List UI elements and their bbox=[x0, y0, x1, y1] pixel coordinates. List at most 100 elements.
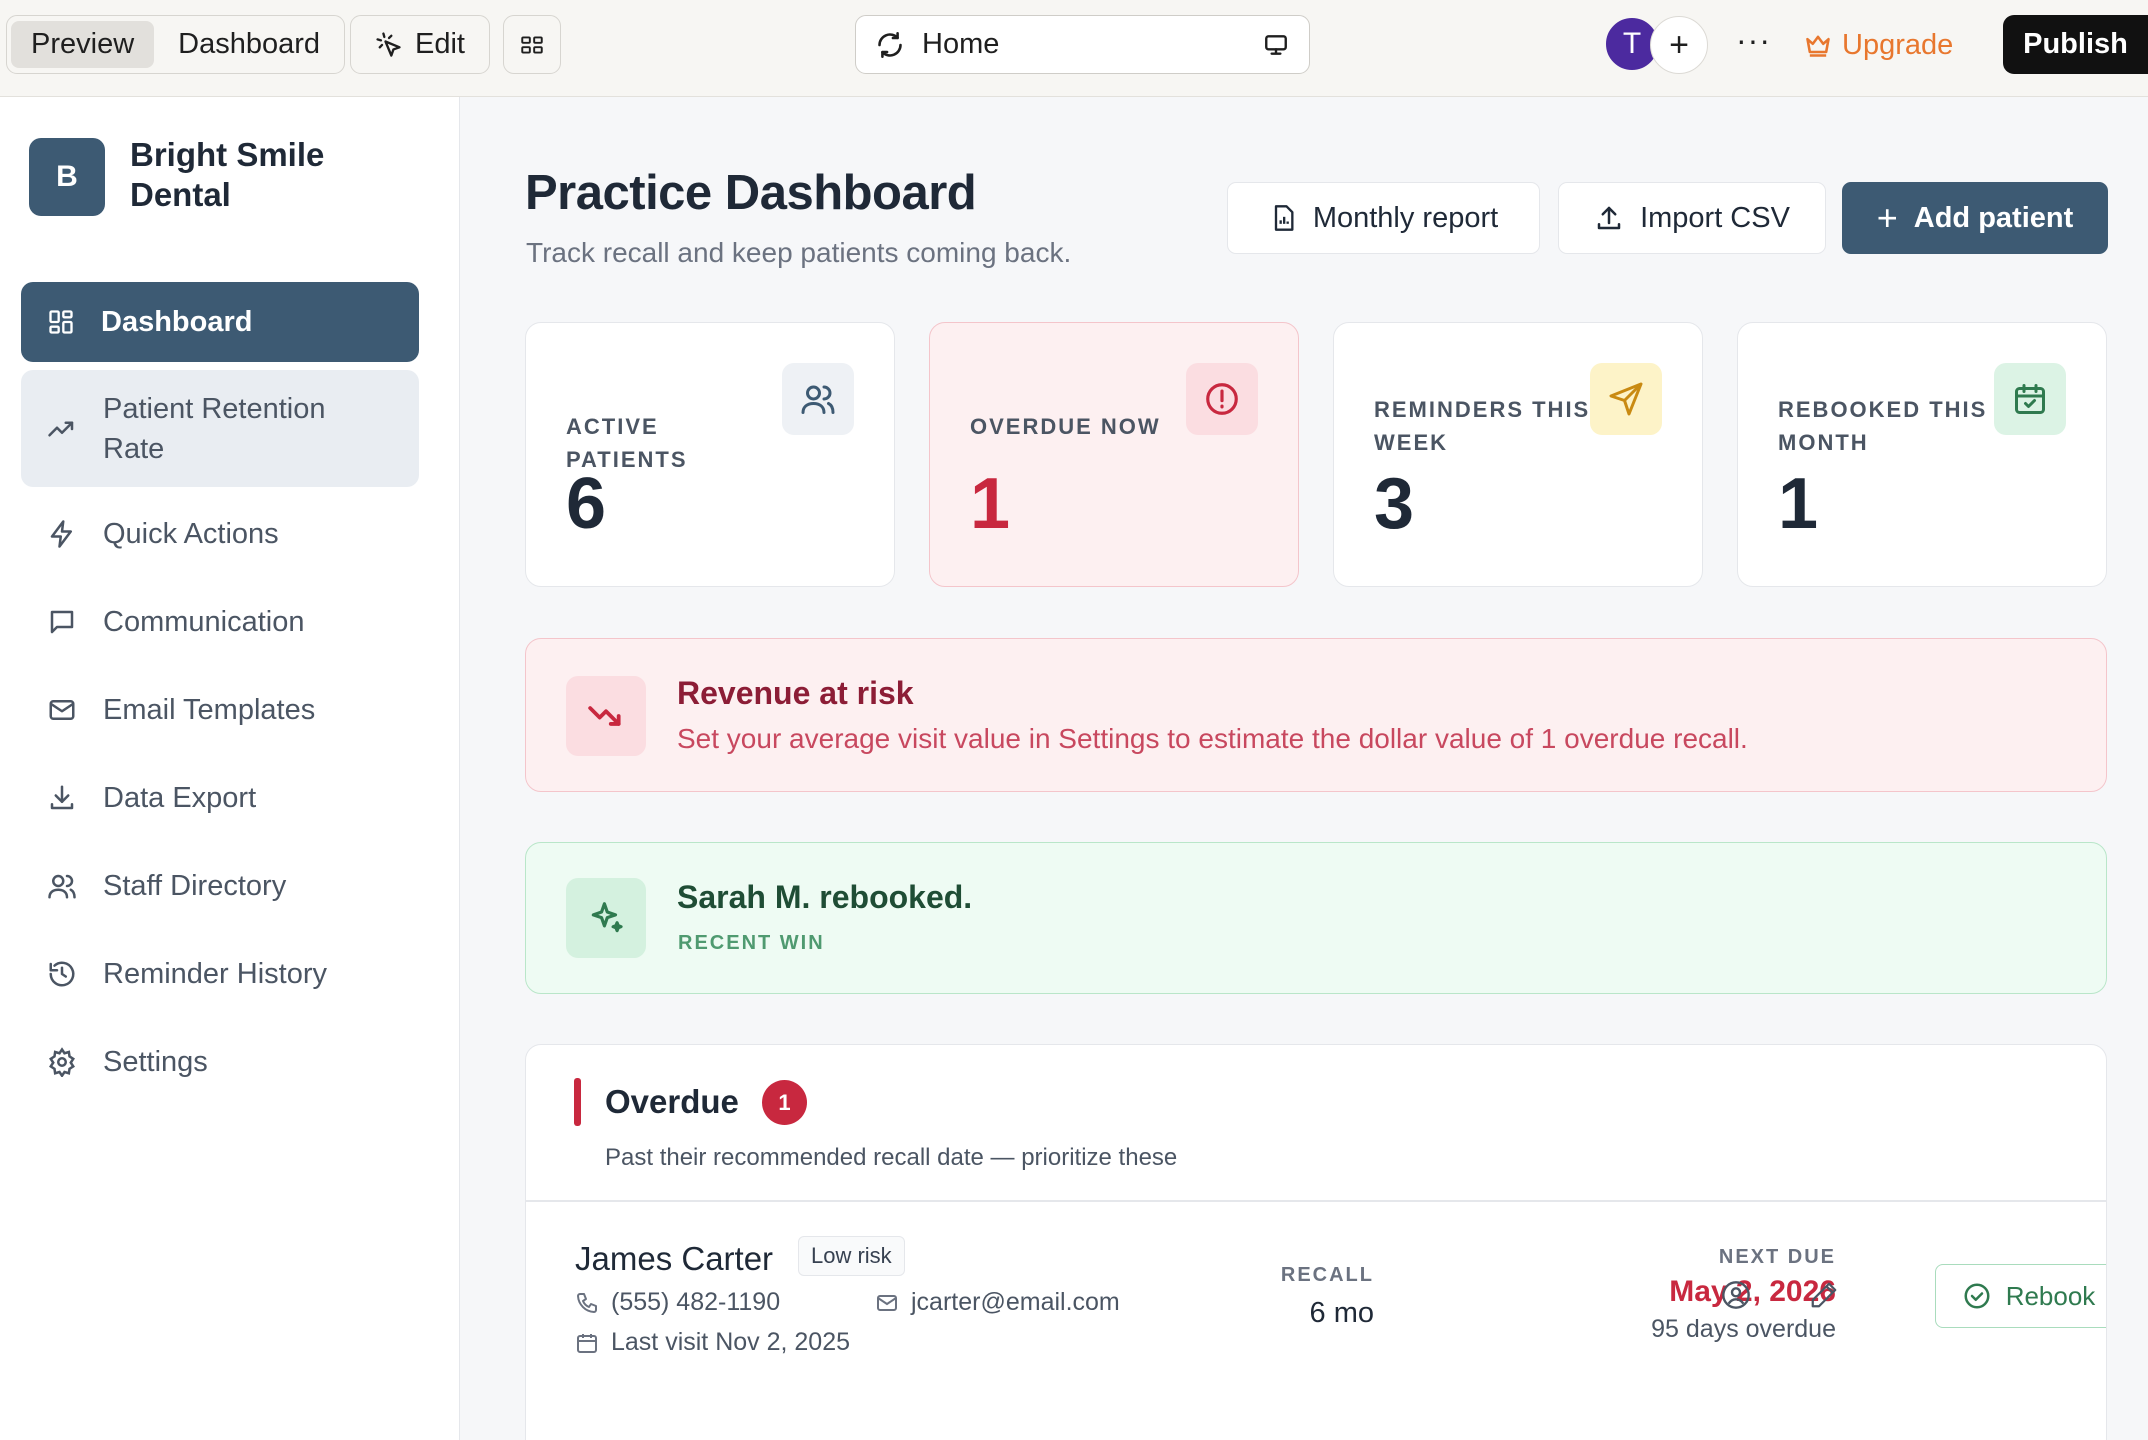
dashboard-tab[interactable]: Dashboard bbox=[158, 21, 340, 68]
main-content: Practice Dashboard Track recall and keep… bbox=[461, 97, 2148, 1440]
calendar-icon bbox=[577, 1333, 597, 1353]
preview-tab[interactable]: Preview bbox=[11, 21, 155, 68]
import-csv-label: Import CSV bbox=[1640, 201, 1790, 234]
zap-icon bbox=[50, 520, 72, 548]
overdue-subtitle: Past their recommended recall date — pri… bbox=[605, 1144, 1178, 1171]
sidebar-item-email-templates[interactable]: Email Templates bbox=[21, 674, 419, 746]
sidebar-item-staff-directory[interactable]: Staff Directory bbox=[21, 850, 419, 922]
sidebar-item-label: Dashboard bbox=[101, 305, 253, 338]
stat-card-reminders: REMINDERS THIS WEEK 3 bbox=[1333, 322, 1703, 587]
page-subtitle: Track recall and keep patients coming ba… bbox=[526, 237, 1072, 268]
stat-value: 3 bbox=[1374, 464, 1415, 544]
trending-up-icon bbox=[48, 421, 74, 436]
patient-email[interactable]: jcarter@email.com bbox=[875, 1288, 1120, 1317]
overdue-count-badge: 1 bbox=[762, 1080, 807, 1125]
sidebar-item-label: Settings bbox=[103, 1045, 208, 1078]
recall-value: 6 mo bbox=[1309, 1297, 1374, 1329]
url-bar[interactable]: Home bbox=[855, 15, 1310, 74]
report-icon bbox=[1274, 205, 1294, 231]
grid-icon bbox=[49, 310, 73, 334]
overdue-title: Overdue bbox=[605, 1083, 739, 1120]
recent-win-banner: Sarah M. rebooked. RECENT WIN bbox=[525, 842, 2107, 994]
message-icon bbox=[50, 610, 74, 634]
sidebar: B Bright Smile Dental Dashboard Patient … bbox=[0, 97, 460, 1440]
users-icon bbox=[48, 874, 76, 899]
crown-icon bbox=[1806, 35, 1830, 57]
sidebar-item-data-export[interactable]: Data Export bbox=[21, 762, 419, 834]
recall-column: RECALL 6 mo bbox=[1206, 1264, 1374, 1330]
mail-icon bbox=[49, 700, 75, 720]
sidebar-item-settings[interactable]: Settings bbox=[21, 1026, 419, 1098]
sidebar-item-label: Email Templates bbox=[103, 693, 316, 726]
brand-logo: B bbox=[29, 138, 105, 216]
rebook-button[interactable]: Rebook bbox=[1935, 1264, 2106, 1328]
users-icon bbox=[782, 363, 854, 435]
phone-text: (555) 482-1190 bbox=[611, 1288, 781, 1316]
stat-label: REBOOKED THIS MONTH bbox=[1778, 397, 1988, 455]
alert-circle-icon bbox=[1186, 363, 1258, 435]
sidebar-item-dashboard[interactable]: Dashboard bbox=[21, 282, 419, 362]
patient-profile-icon[interactable] bbox=[1716, 1275, 1756, 1315]
patient-name[interactable]: James Carter bbox=[575, 1240, 773, 1278]
next-due-label: NEXT DUE bbox=[1718, 1246, 1836, 1268]
top-bar: Preview Dashboard Edit Home T + ··· Upgr… bbox=[0, 0, 2148, 97]
overdue-section: Overdue 1 Past their recommended recall … bbox=[525, 1044, 2107, 1440]
upload-icon bbox=[1597, 206, 1621, 230]
phone-icon bbox=[577, 1292, 597, 1313]
upgrade-label: Upgrade bbox=[1842, 28, 1954, 61]
add-collaborator-button[interactable]: + bbox=[1650, 16, 1708, 74]
cursor-click-icon bbox=[376, 31, 401, 57]
mail-icon bbox=[877, 1294, 897, 1311]
download-icon bbox=[50, 785, 74, 810]
risk-badge: Low risk bbox=[798, 1236, 905, 1276]
stat-card-active-patients: ACTIVE PATIENTS 6 bbox=[525, 322, 895, 587]
brand-name: Bright Smile Dental bbox=[130, 136, 325, 213]
trending-down-icon bbox=[566, 676, 646, 756]
publish-button[interactable]: Publish bbox=[2003, 15, 2148, 74]
patient-last-visit: Last visit Nov 2, 2025 bbox=[575, 1328, 850, 1357]
revenue-risk-banner: Revenue at risk Set your average visit v… bbox=[525, 638, 2107, 792]
sidebar-item-label: Reminder History bbox=[103, 957, 327, 990]
gear-icon bbox=[49, 1047, 75, 1077]
grid-icon bbox=[521, 35, 543, 54]
email-text: jcarter@email.com bbox=[911, 1288, 1120, 1316]
sidebar-item-patient-retention[interactable]: Patient Retention Rate bbox=[21, 370, 419, 487]
sparkles-icon bbox=[566, 878, 646, 958]
stat-value: 6 bbox=[566, 464, 607, 544]
recall-label: RECALL bbox=[1280, 1264, 1374, 1286]
add-patient-button[interactable]: + Add patient bbox=[1842, 182, 2108, 254]
edit-button[interactable]: Edit bbox=[350, 15, 490, 74]
send-icon bbox=[1590, 363, 1662, 435]
refresh-icon bbox=[878, 31, 902, 58]
sidebar-item-label: Communication bbox=[103, 605, 305, 638]
recent-win-title: Sarah M. rebooked. bbox=[677, 879, 973, 915]
monthly-report-label: Monthly report bbox=[1312, 201, 1499, 234]
stat-card-overdue: OVERDUE NOW 1 bbox=[929, 322, 1299, 587]
sidebar-item-label: Data Export bbox=[103, 781, 257, 814]
sidebar-item-quick-actions[interactable]: Quick Actions bbox=[21, 498, 419, 570]
patient-phone[interactable]: (555) 482-1190 bbox=[575, 1288, 780, 1317]
plus-icon: + bbox=[1876, 197, 1898, 238]
edit-pencil-icon[interactable] bbox=[1804, 1275, 1844, 1315]
divider bbox=[526, 1200, 2106, 1202]
monthly-report-button[interactable]: Monthly report bbox=[1227, 182, 1540, 254]
edit-label: Edit bbox=[415, 28, 465, 60]
components-button[interactable] bbox=[503, 15, 561, 74]
rebook-label: Rebook bbox=[2005, 1280, 2096, 1311]
sidebar-item-label: Quick Actions bbox=[103, 517, 279, 550]
check-circle-icon bbox=[1964, 1283, 1990, 1309]
monitor-icon[interactable] bbox=[1263, 32, 1289, 58]
next-due-column: NEXT DUE May 2, 2026 95 days overdue bbox=[1536, 1246, 1836, 1344]
upgrade-button[interactable]: Upgrade bbox=[1804, 22, 1953, 68]
recent-win-label: RECENT WIN bbox=[678, 932, 825, 954]
stat-value: 1 bbox=[1778, 464, 1819, 544]
more-options-icon[interactable]: ··· bbox=[1736, 22, 1771, 59]
overdue-days: 95 days overdue bbox=[1651, 1315, 1836, 1343]
add-patient-label: Add patient bbox=[1913, 201, 2074, 234]
import-csv-button[interactable]: Import CSV bbox=[1558, 182, 1826, 254]
overdue-accent-bar bbox=[574, 1078, 581, 1126]
sidebar-item-reminder-history[interactable]: Reminder History bbox=[21, 938, 419, 1010]
next-due-date: May 2, 2026 bbox=[1669, 1275, 1836, 1308]
stat-label: OVERDUE NOW bbox=[970, 414, 1161, 439]
sidebar-item-communication[interactable]: Communication bbox=[21, 586, 419, 658]
